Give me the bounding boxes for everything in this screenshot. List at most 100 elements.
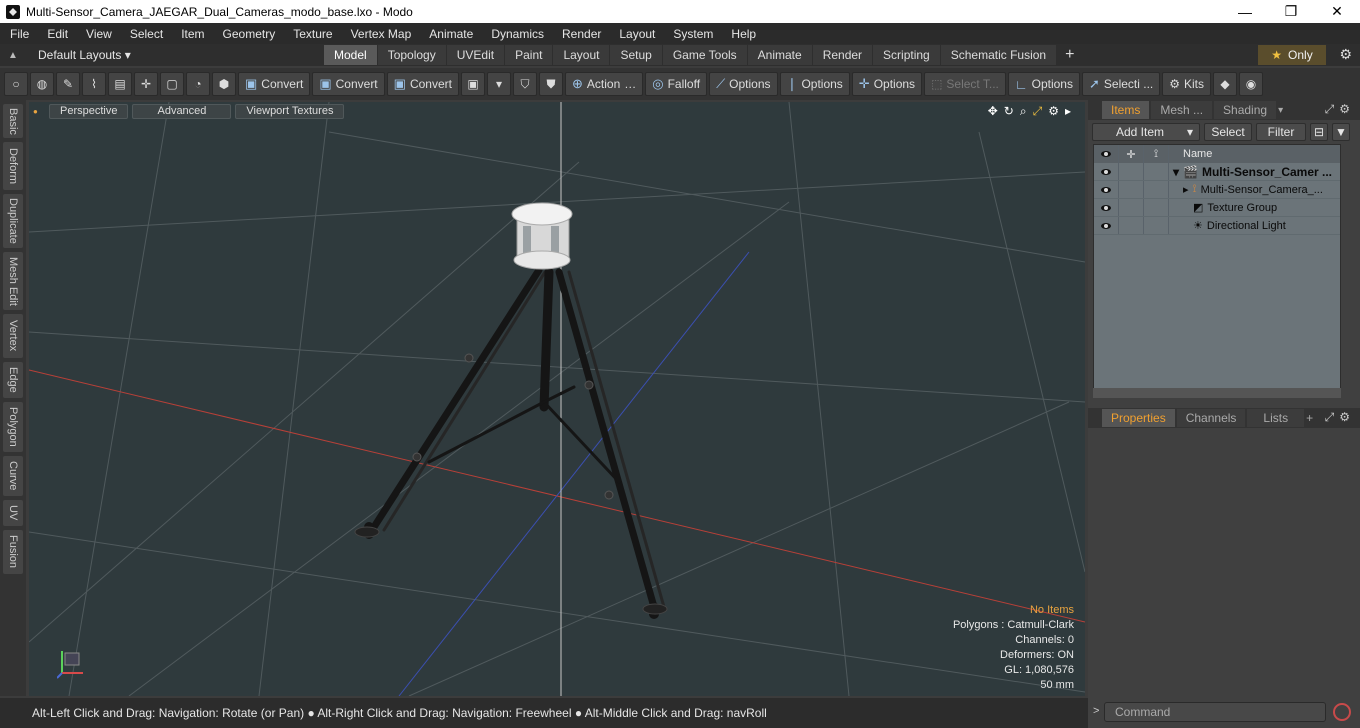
shield-icon[interactable]: ⛉ <box>512 72 537 96</box>
record-macro-icon[interactable] <box>1333 703 1351 721</box>
item-row[interactable]: ◩ Texture Group <box>1094 199 1340 217</box>
menu-texture[interactable]: Texture <box>283 27 340 41</box>
options-button-1[interactable]: ⟋ Options <box>709 72 778 96</box>
sidetab-deform[interactable]: Deform <box>3 142 23 190</box>
expand-panel-icon[interactable]: ⤢ <box>1325 410 1335 425</box>
sidetab-mesh-edit[interactable]: Mesh Edit <box>3 252 23 310</box>
default-layouts-dropdown[interactable]: Default Layouts ▾ <box>26 48 136 62</box>
menu-select[interactable]: Select <box>120 27 171 41</box>
sidetab-curve[interactable]: Curve <box>3 456 23 496</box>
maximize-view-icon[interactable]: ⤢ <box>1033 104 1043 119</box>
collapse-arrow-icon[interactable]: ▲ <box>0 50 26 61</box>
sidetab-vertex[interactable]: Vertex <box>3 314 23 358</box>
menu-animate[interactable]: Animate <box>419 27 481 41</box>
shield-alt-icon[interactable]: ⛊ <box>538 72 563 96</box>
tab-model[interactable]: Model <box>324 45 377 65</box>
brush-icon[interactable]: ⌇ <box>82 72 106 96</box>
pen-tool-icon[interactable]: ✎ <box>56 72 80 96</box>
tripod-model[interactable] <box>354 266 668 619</box>
options-button-3[interactable]: ✛ Options <box>851 72 923 96</box>
tab-setup[interactable]: Setup <box>610 45 662 65</box>
tab-paint[interactable]: Paint <box>505 45 553 65</box>
panel-settings-icon[interactable]: ⚙ <box>1339 102 1350 117</box>
menu-layout[interactable]: Layout <box>609 27 663 41</box>
material-icon[interactable]: ⬢ <box>212 72 236 96</box>
options-button-2[interactable]: ❘ Options <box>779 72 850 96</box>
sensor-camera-head[interactable] <box>511 202 573 270</box>
tab-lists[interactable]: Lists <box>1247 409 1305 427</box>
menu-render[interactable]: Render <box>552 27 609 41</box>
tab-uvedit[interactable]: UVEdit <box>446 45 505 65</box>
select-button[interactable]: Select <box>1204 123 1252 141</box>
tab-scripting[interactable]: Scripting <box>873 45 940 65</box>
tab-render[interactable]: Render <box>812 45 873 65</box>
tab-game-tools[interactable]: Game Tools <box>662 45 747 65</box>
convert-button-2[interactable]: ▣ Convert <box>312 72 385 96</box>
tab-schematic-fusion[interactable]: Schematic Fusion <box>940 45 1057 65</box>
menu-dynamics[interactable]: Dynamics <box>481 27 552 41</box>
expand-arrow-icon[interactable]: ▾ <box>1173 165 1179 179</box>
selection-button[interactable]: ➚ Selecti ... <box>1081 72 1161 96</box>
visibility-column-icon[interactable] <box>1094 145 1119 163</box>
advanced-button[interactable]: Advanced <box>132 103 232 119</box>
tab-mesh[interactable]: Mesh ... <box>1151 101 1213 119</box>
sidetab-fusion[interactable]: Fusion <box>3 530 23 574</box>
globe-icon[interactable]: ◍ <box>30 72 54 96</box>
sidetab-duplicate[interactable]: Duplicate <box>3 194 23 248</box>
sidetab-basic[interactable]: Basic <box>3 104 23 138</box>
gear-icon[interactable]: ⚙ <box>1339 46 1352 63</box>
menu-item[interactable]: Item <box>171 27 212 41</box>
viewport-menu-dot-icon[interactable]: ● <box>33 107 45 116</box>
tabs-dropdown-icon[interactable]: ▾ <box>1278 105 1283 116</box>
unreal-icon[interactable]: ◉ <box>1239 72 1264 96</box>
menu-view[interactable]: View <box>76 27 120 41</box>
maximize-button[interactable]: ❐ <box>1268 0 1314 23</box>
viewport-expand-icon[interactable]: ▸ <box>1065 104 1071 119</box>
sidetab-polygon[interactable]: Polygon <box>3 402 23 452</box>
visibility-eye-icon[interactable] <box>1094 217 1119 234</box>
menu-edit[interactable]: Edit <box>37 27 76 41</box>
rotate-view-icon[interactable]: ↻ <box>1004 104 1014 119</box>
menu-file[interactable]: File <box>0 27 37 41</box>
tab-channels[interactable]: Channels <box>1176 409 1246 427</box>
convert-button-1[interactable]: ▣ Convert <box>238 72 311 96</box>
name-column-header[interactable]: Name <box>1169 148 1212 160</box>
item-list-scrollbar[interactable] <box>1093 388 1341 398</box>
kits-button[interactable]: ⚙ Kits <box>1162 72 1212 96</box>
only-toggle[interactable]: ★ Only <box>1258 45 1326 65</box>
menu-system[interactable]: System <box>663 27 721 41</box>
funnel-icon[interactable]: ▼ <box>1332 123 1350 141</box>
command-input[interactable]: Command <box>1104 702 1326 722</box>
add-item-button[interactable]: Add Item ▾ <box>1092 123 1200 141</box>
visibility-eye-icon[interactable] <box>1094 163 1119 180</box>
item-row[interactable]: ☀ Directional Light <box>1094 217 1340 235</box>
sidetab-edge[interactable]: Edge <box>3 362 23 398</box>
visibility-eye-icon[interactable] <box>1094 181 1119 198</box>
viewport-textures-button[interactable]: Viewport Textures <box>235 103 345 119</box>
menu-help[interactable]: Help <box>721 27 764 41</box>
tab-shading[interactable]: Shading <box>1214 101 1277 119</box>
minimize-button[interactable]: — <box>1222 0 1268 23</box>
add-properties-tab-button[interactable]: + <box>1306 411 1313 425</box>
vertex-select-icon[interactable]: ○ <box>4 72 28 96</box>
pivot-icon[interactable]: ✛ <box>134 72 158 96</box>
move-view-icon[interactable]: ✥ <box>988 104 998 119</box>
item-row[interactable]: ▸ ⟟ Multi-Sensor_Camera_... <box>1094 181 1340 199</box>
sidetab-uv[interactable]: UV <box>3 500 23 526</box>
type-column-icon[interactable]: ⟟ <box>1144 145 1169 163</box>
3d-viewport[interactable]: ● Perspective Advanced Viewport Textures… <box>29 102 1085 696</box>
visibility-eye-icon[interactable] <box>1094 199 1119 216</box>
convert-button-3[interactable]: ▣ Convert <box>386 72 459 96</box>
expand-arrow-icon[interactable]: ▸ <box>1183 183 1189 196</box>
edge-select-icon[interactable]: ▢ <box>160 72 184 96</box>
menu-vertex-map[interactable]: Vertex Map <box>341 27 420 41</box>
collapse-icon[interactable]: ⊟ <box>1310 123 1328 141</box>
tab-topology[interactable]: Topology <box>377 45 446 65</box>
select-through-button[interactable]: ⬚ Select T... <box>924 72 1006 96</box>
tab-animate[interactable]: Animate <box>747 45 812 65</box>
item-row[interactable]: ▾ 🎬 Multi-Sensor_Camer ... <box>1094 163 1340 181</box>
perspective-button[interactable]: Perspective <box>49 103 129 119</box>
polygon-select-icon[interactable]: ◔ <box>186 72 210 96</box>
tab-properties[interactable]: Properties <box>1102 409 1175 427</box>
add-tab-button[interactable]: + <box>1057 44 1082 66</box>
